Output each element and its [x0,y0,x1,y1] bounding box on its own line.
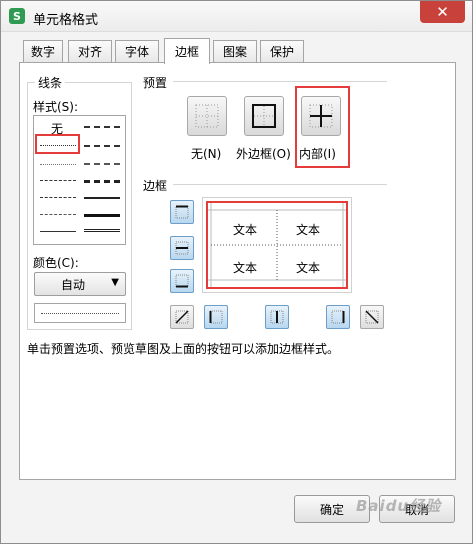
border-inside-horizontal-icon [175,241,189,255]
preview-highlight [206,201,348,289]
line-style-option[interactable] [40,164,76,165]
line-style-option[interactable] [84,229,120,232]
close-button[interactable]: ✕ [420,1,465,23]
preset-none-button[interactable] [187,96,227,136]
diagonal-up-icon [175,310,189,324]
line-style-option[interactable] [84,214,120,217]
border-right-button[interactable] [326,305,350,329]
preset-outline-icon [252,104,276,128]
border-diagonal-down-button[interactable] [360,305,384,329]
line-style-option[interactable] [40,231,76,232]
line-style-option[interactable] [40,197,76,198]
border-bottom-icon [175,274,189,288]
line-style-option[interactable] [40,180,76,181]
preset-none-icon [195,104,219,128]
border-left-icon [209,310,223,324]
tab-font[interactable]: 字体 [115,40,159,62]
line-group-title: 线条 [35,74,66,91]
selected-style-highlight [35,134,80,154]
border-top-button[interactable] [170,200,194,224]
line-preview [34,303,126,323]
line-style-option[interactable] [84,180,120,183]
preset-outline-label[interactable]: 外边框(O) [236,145,291,162]
border-left-button[interactable] [204,305,228,329]
line-style-option[interactable] [84,126,120,128]
hint-text: 单击预置选项、预览草图及上面的按钮可以添加边框样式。 [27,342,340,356]
style-label: 样式(S): [33,100,79,114]
color-select[interactable]: 自动 ▼ [34,272,126,296]
chevron-down-icon: ▼ [111,277,119,288]
title-bar[interactable]: S 单元格格式 ✕ [1,1,472,32]
line-style-option[interactable] [84,145,120,147]
preset-outline-button[interactable] [244,96,284,136]
preset-none-label[interactable]: 无(N) [191,145,221,162]
color-select-value: 自动 [60,277,85,292]
border-divider [173,184,387,185]
border-bottom-button[interactable] [170,269,194,293]
line-style-option[interactable] [84,197,120,199]
tab-protection[interactable]: 保护 [260,40,304,62]
dialog-title: 单元格格式 [33,13,99,28]
border-inside-vertical-icon [270,310,284,324]
watermark: Baidu经验 [356,497,442,515]
presets-title: 预置 [143,76,168,90]
tab-border[interactable]: 边框 [164,38,210,64]
border-inside-vertical-button[interactable] [265,305,289,329]
border-top-icon [175,205,189,219]
border-inside-horizontal-button[interactable] [170,236,194,260]
dialog-window: S 单元格格式 ✕ 数字 对齐 字体 边框 图案 保护 线条 样式(S): 无 … [0,0,473,544]
tab-pattern[interactable]: 图案 [213,40,257,62]
border-diagonal-up-button[interactable] [170,305,194,329]
line-style-option[interactable] [84,163,120,165]
app-icon: S [9,8,25,24]
line-style-option[interactable] [40,214,76,215]
tab-alignment[interactable]: 对齐 [68,40,112,62]
border-section-title: 边框 [143,179,168,193]
presets-divider [173,81,387,82]
inside-preset-highlight [295,86,350,168]
border-right-icon [331,310,345,324]
color-label: 颜色(C): [33,256,79,270]
tab-number[interactable]: 数字 [23,40,63,62]
diagonal-down-icon [365,310,379,324]
